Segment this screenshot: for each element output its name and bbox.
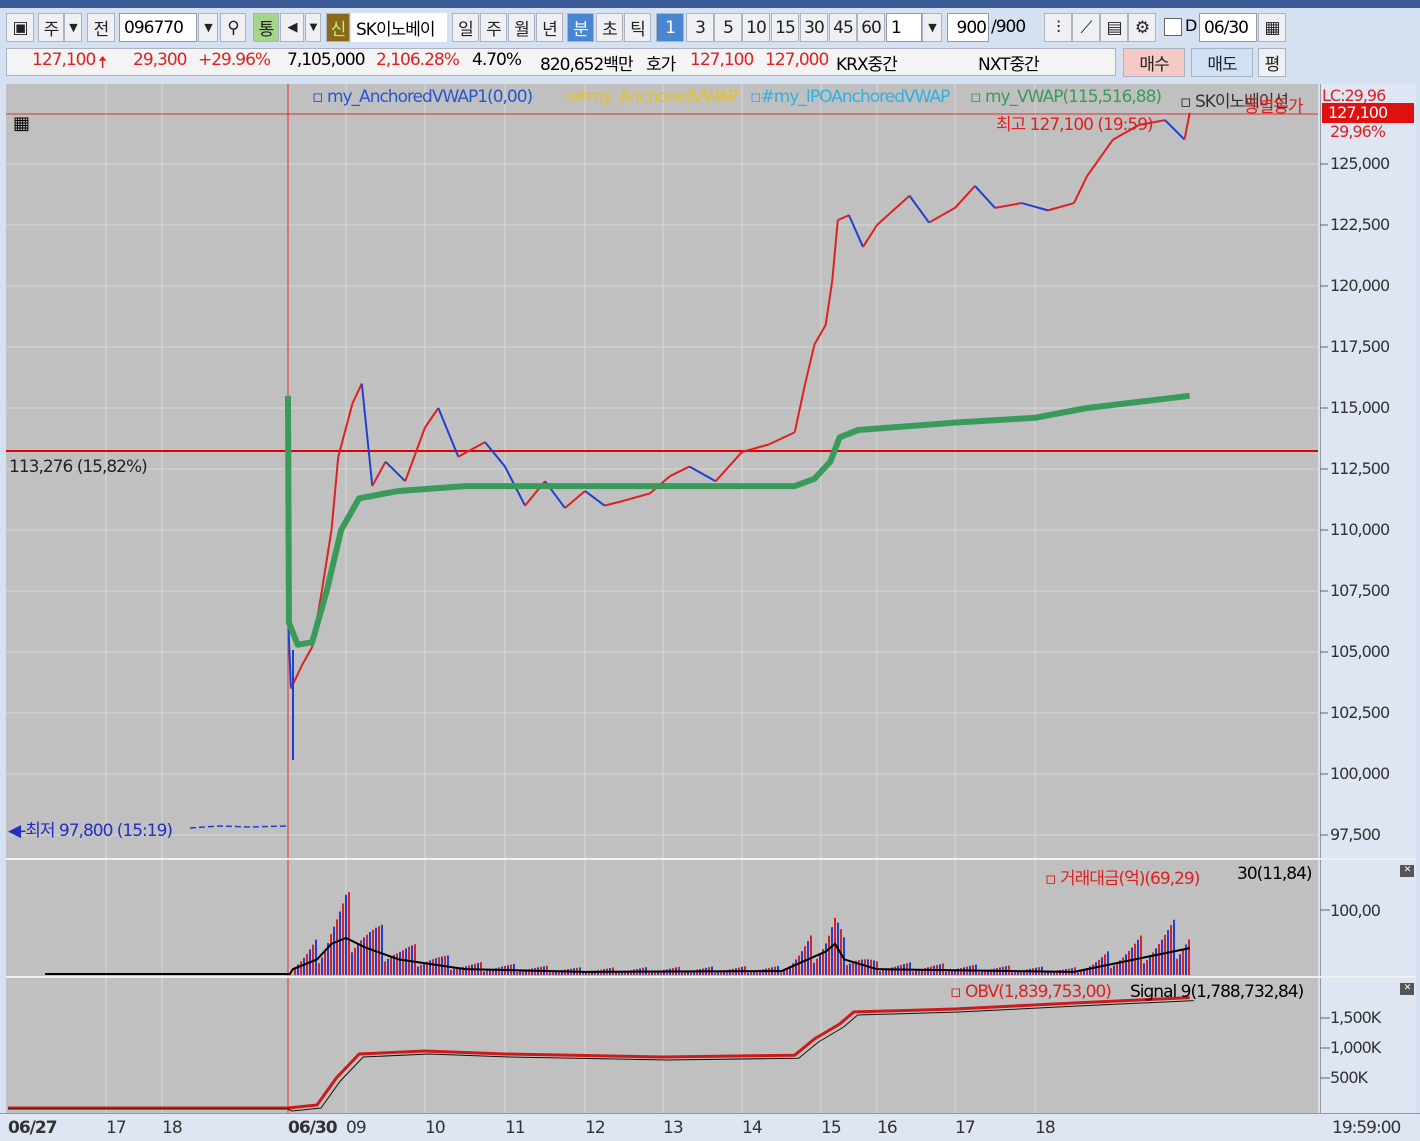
time-axis-label: 12: [585, 1118, 606, 1138]
price-axis-label: 112,500: [1330, 459, 1390, 478]
price-segment: [360, 383, 374, 487]
time-axis-label: 17: [106, 1118, 127, 1138]
time-axis-label: 18: [162, 1118, 183, 1138]
low-annotation: ◀-최저 97,800 (15:19): [8, 821, 173, 841]
price-segment: [908, 195, 930, 224]
high-annotation: 최고 127,100 (19:59): [996, 115, 1154, 135]
price-segment: [424, 407, 440, 429]
obv-signal-legend: Signal 9(1,788,732,84): [1130, 982, 1304, 1002]
price-segment: [876, 194, 911, 226]
obv-legend: ▫ OBV(1,839,753,00): [950, 982, 1112, 1002]
price-segment: [371, 461, 387, 487]
legend-text: my_AnchoredVWAP1(0,00): [326, 87, 533, 107]
price-segment: [1073, 175, 1088, 204]
time-axis-label: 11: [505, 1118, 526, 1138]
obv-axis-label: 500K: [1330, 1068, 1368, 1087]
price-segment: [837, 214, 850, 222]
maximize-icon[interactable]: ✕: [1400, 865, 1414, 877]
price-segment: [437, 407, 460, 458]
low-text: 최저 97,800 (15:19): [25, 821, 173, 841]
price-segment: [404, 427, 426, 482]
price-segment: [484, 441, 506, 468]
time-axis-label: 13: [663, 1118, 684, 1138]
legend-ipo-vwap: ▫#my_IPOAnchoredVWAP: [750, 87, 951, 107]
price-segment: [1164, 119, 1186, 141]
price-axis-label: 102,500: [1330, 703, 1390, 722]
hline-label: 113,276 (15,82%): [9, 457, 148, 477]
price-segment: [457, 441, 486, 458]
time-axis-label: 18: [1035, 1118, 1056, 1138]
panel-divider[interactable]: [6, 976, 1416, 978]
price-segment: [384, 460, 406, 482]
price-segment: [351, 383, 363, 404]
volume-ma-line: [45, 936, 1190, 975]
time-axis: [0, 1113, 1420, 1141]
volume-ma-legend: 30(11,84): [1237, 864, 1313, 884]
price-segment: [301, 646, 314, 665]
price-segment: [954, 185, 976, 209]
price-segment: [623, 492, 651, 502]
legend-text: #my_AnchoredVWAP: [573, 87, 739, 107]
legend-text: OBV(1,839,753,00): [964, 982, 1112, 1002]
price-axis-label: 115,000: [1330, 398, 1390, 417]
price-segment: [584, 490, 606, 507]
obv-axis-label: 1,500K: [1330, 1008, 1381, 1027]
legend-text: #my_IPOAnchoredVWAP: [760, 87, 951, 107]
price-segment: [714, 451, 743, 482]
price-axis-label: 97,500: [1330, 825, 1381, 844]
price-axis-label: 125,000: [1330, 154, 1390, 173]
price-segment: [669, 465, 690, 478]
price-segment: [337, 402, 354, 458]
price-segment: [928, 207, 956, 224]
time-axis-label: 17: [955, 1118, 976, 1138]
legend-avwap1: ▫ my_AnchoredVWAP1(0,00): [312, 87, 533, 107]
price-axis-label: 120,000: [1330, 276, 1390, 295]
legend-avwap: ▫#my_AnchoredVWAP: [563, 87, 739, 107]
price-segment: [804, 344, 816, 384]
price-segment: [974, 185, 996, 209]
time-axis-label: 14: [742, 1118, 763, 1138]
time-axis-label: 19:59:00: [1332, 1118, 1401, 1138]
price-segment: [994, 202, 1022, 209]
price-axis-label: 105,000: [1330, 642, 1390, 661]
time-axis-label: 10: [425, 1118, 446, 1138]
volume-axis-label: 100,00: [1330, 901, 1381, 920]
volume-legend: ▫ 거래대금(억)(69,29): [1045, 869, 1200, 889]
price-axis-label: 110,000: [1330, 520, 1390, 539]
price-segment: [1047, 202, 1075, 212]
legend-text: 거래대금(억)(69,29): [1059, 869, 1200, 889]
time-axis-label: 09: [346, 1118, 367, 1138]
panel-divider[interactable]: [6, 858, 1416, 860]
legend-vwap: ▫ my_VWAP(115,516,88): [970, 87, 1162, 107]
price-axis-label: 107,500: [1330, 581, 1390, 600]
grid-icon[interactable]: ▦: [13, 113, 30, 134]
price-axis-label: 100,000: [1330, 764, 1390, 783]
price-axis-label: 122,500: [1330, 215, 1390, 234]
price-line-prev: [189, 825, 288, 829]
price-segment: [767, 431, 796, 446]
price-segment: [831, 220, 839, 282]
price-segment: [862, 224, 878, 248]
time-axis-label: 15: [821, 1118, 842, 1138]
legend-text: my_VWAP(115,516,88): [984, 87, 1162, 107]
time-axis-label: 16: [877, 1118, 898, 1138]
price-segment: [1183, 112, 1191, 140]
price-segment: [604, 499, 625, 507]
price-segment: [564, 490, 586, 509]
time-axis-label: 06/30: [288, 1118, 338, 1138]
chart-canvas[interactable]: [0, 0, 1420, 1141]
price-axis-label: 117,500: [1330, 337, 1390, 356]
last-pct: 29,96%: [1330, 122, 1386, 141]
price-segment: [813, 324, 827, 346]
obv-line: [8, 996, 1190, 1110]
price-segment: [330, 456, 340, 531]
price-segment: [824, 280, 834, 326]
time-axis-label: 06/27: [8, 1118, 58, 1138]
last-price-tag: 127,100: [1322, 103, 1414, 123]
price-segment: [848, 214, 864, 248]
price-segment: [1086, 139, 1114, 177]
obv-axis-label: 1,000K: [1330, 1038, 1381, 1057]
legend-sim: 동별동가: [1244, 97, 1304, 117]
maximize-icon[interactable]: ✕: [1400, 983, 1414, 995]
